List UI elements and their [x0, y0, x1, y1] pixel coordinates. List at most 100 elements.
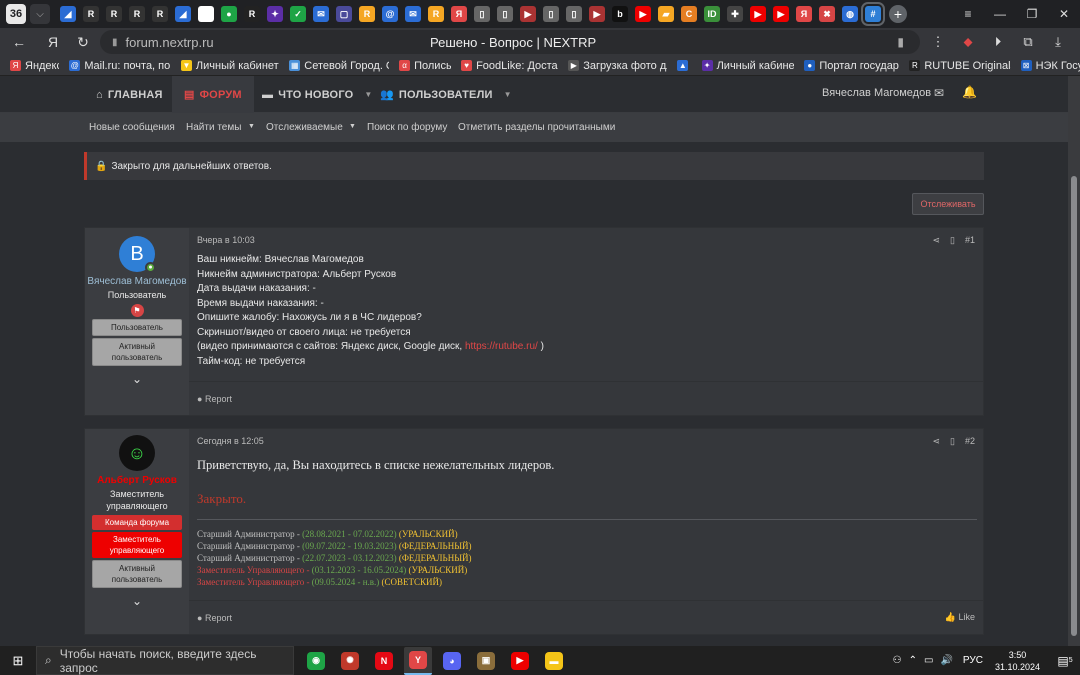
tab-icon-19[interactable]: ▯ [474, 6, 490, 22]
netflix-app[interactable]: N [370, 647, 398, 675]
yandex-icon[interactable]: Я [40, 29, 66, 55]
bell-icon[interactable]: 🔔 [962, 85, 977, 99]
subnav-new-posts[interactable]: Новые сообщения [89, 122, 175, 133]
bookmark-item[interactable]: ▦ Сетевой Город. О [289, 60, 389, 72]
author-name[interactable]: Альберт Русков [97, 474, 177, 487]
language-indicator[interactable]: РУС [963, 655, 983, 666]
nav-forum[interactable]: ▤ ФОРУМ [172, 76, 254, 113]
clock[interactable]: 3:50 31.10.2024 [995, 649, 1040, 673]
tab-count-button[interactable]: 36 [6, 4, 26, 24]
tab-icon-30[interactable]: ✚ [727, 6, 743, 22]
post-number[interactable]: #2 [965, 436, 975, 447]
game-app[interactable]: ✺ [336, 647, 364, 675]
nav-users[interactable]: 👥 ПОЛЬЗОВАТЕЛИ ▼ [380, 76, 512, 113]
tab-icon-10[interactable]: ✦ [267, 6, 283, 22]
minimize-button[interactable]: — [984, 0, 1016, 28]
tab-icon-5[interactable]: R [152, 6, 168, 22]
tab-icon-24[interactable]: ▶ [589, 6, 605, 22]
tab-icon-33[interactable]: Я [796, 6, 812, 22]
tab-icon-4[interactable]: R [129, 6, 145, 22]
report-button[interactable]: ● Report [197, 613, 232, 623]
tab-icon-22[interactable]: ▯ [543, 6, 559, 22]
download-icon[interactable]: ⤓ [1046, 30, 1070, 54]
windows-start-icon[interactable]: ⊞ [0, 646, 36, 675]
chrome-app[interactable]: ◉ [302, 647, 330, 675]
explorer-app[interactable]: ▬ [540, 647, 568, 675]
follow-button[interactable]: Отслеживать [912, 193, 984, 215]
post-date[interactable]: Сегодня в 12:05 [197, 436, 975, 446]
discord-app[interactable]: ◕ [438, 647, 466, 675]
person-icon[interactable]: ⚇ [893, 655, 902, 666]
bookmark-item[interactable]: @ Mail.ru: почта, пои [69, 60, 171, 72]
tab-icon-36[interactable]: # [861, 2, 885, 26]
bookmark-icon[interactable]: ▯ [950, 436, 955, 447]
tab-icon-32[interactable]: ▶ [773, 6, 789, 22]
bookmark-item[interactable]: ⊠ НЭК Госу [1020, 60, 1080, 72]
share-icon[interactable]: ⋖ [932, 436, 940, 447]
yandex-browser-app[interactable]: Y [404, 646, 432, 675]
new-tab-button[interactable]: + [889, 5, 907, 23]
tab-icon-1[interactable]: ◢ [60, 6, 76, 22]
author-name[interactable]: Вячеслав Магомедов [87, 275, 186, 288]
bookmark-item[interactable]: R RUTUBE Originals [909, 60, 1011, 72]
tab-icon-3[interactable]: R [106, 6, 122, 22]
collections-icon[interactable]: ⧉ [1016, 30, 1040, 54]
url-field[interactable]: ▮ forum.nextrp.ru Решено - Вопрос | NEXT… [100, 30, 920, 54]
chevron-down-icon[interactable]: ⌄ [132, 594, 142, 608]
post-number[interactable]: #1 [965, 235, 975, 246]
tab-icon-28[interactable]: C [681, 6, 697, 22]
back-icon[interactable]: ← [6, 29, 32, 55]
tab-icon-8[interactable]: ● [221, 6, 237, 22]
avatar[interactable]: В ● [119, 236, 156, 273]
tab-icon-34[interactable]: ✖ [819, 6, 835, 22]
reload-icon[interactable]: ↻ [70, 29, 96, 55]
tab-icon-14[interactable]: R [359, 6, 375, 22]
nav-whats-new[interactable]: ▬ ЧТО НОВОГО ▼ [262, 76, 373, 113]
tab-icon-20[interactable]: ▯ [497, 6, 513, 22]
tab-icon-23[interactable]: ▯ [566, 6, 582, 22]
media-icon[interactable]: ⏵ [986, 30, 1010, 54]
tab-icon-13[interactable]: ▢ [336, 6, 352, 22]
bookmark-item[interactable]: α Полисы [399, 60, 451, 72]
bookmark-item[interactable]: ♥ FoodLike: Достав [461, 60, 558, 72]
subnav-watched[interactable]: Отслеживаемые [266, 122, 343, 133]
bookmark-item[interactable]: ▼ Личный кабинет | [180, 60, 279, 72]
tab-icon-11[interactable]: ✓ [290, 6, 306, 22]
photo-app[interactable]: ▣ [472, 647, 500, 675]
like-button[interactable]: 👍 Like [945, 612, 975, 623]
report-button[interactable]: ● Report [197, 394, 232, 404]
bookmark-item[interactable]: ✦ Личный кабинет [701, 60, 794, 72]
rutube-link[interactable]: https://rutube.ru/ [465, 341, 538, 352]
youtube-app[interactable]: ▶ [506, 647, 534, 675]
network-icon[interactable]: ▭ [924, 655, 933, 666]
caret-down-icon[interactable]: ▼ [248, 123, 255, 130]
tab-icon-18[interactable]: Я [451, 6, 467, 22]
tab-icon-12[interactable]: ✉ [313, 6, 329, 22]
post-date[interactable]: Вчера в 10:03 [197, 235, 975, 245]
tab-icon-15[interactable]: @ [382, 6, 398, 22]
tab-icon-27[interactable]: ▰ [658, 6, 674, 22]
subnav-search-forum[interactable]: Поиск по форуму [367, 122, 447, 133]
chevron-down-icon[interactable]: ⌵ [30, 4, 50, 24]
bookmark-item[interactable]: ▶ Загрузка фото дл [568, 60, 667, 72]
volume-icon[interactable]: 🔊 [940, 655, 952, 666]
tab-icon-6[interactable]: ◢ [175, 6, 191, 22]
chevron-up-icon[interactable]: ⌃ [909, 655, 917, 666]
share-icon[interactable]: ⋖ [932, 235, 940, 246]
tab-icon-16[interactable]: ✉ [405, 6, 421, 22]
close-button[interactable]: ✕ [1048, 0, 1080, 28]
bookmark-icon[interactable]: ▮ [897, 35, 904, 49]
scrollbar-thumb[interactable] [1071, 176, 1077, 636]
bookmark-item[interactable]: Я Яндекс [10, 60, 59, 72]
subnav-find-threads[interactable]: Найти темы [186, 122, 241, 133]
nav-home[interactable]: ⌂ ГЛАВНАЯ [96, 76, 163, 113]
tab-icon-26[interactable]: ▶ [635, 6, 651, 22]
more-icon[interactable]: ⋮ [926, 30, 950, 54]
account-username[interactable]: Вячеслав Магомедов [822, 87, 931, 99]
taskbar-search[interactable]: ⌕ Чтобы начать поиск, введите здесь запр… [36, 646, 294, 675]
notification-center-icon[interactable]: ▤ 5 [1050, 646, 1080, 675]
tab-icon-2[interactable]: R [83, 6, 99, 22]
trophy-icon[interactable]: ⚑ [130, 304, 144, 317]
extension-icon[interactable]: ⬥ [956, 30, 980, 54]
avatar[interactable]: ☺ [119, 435, 155, 471]
